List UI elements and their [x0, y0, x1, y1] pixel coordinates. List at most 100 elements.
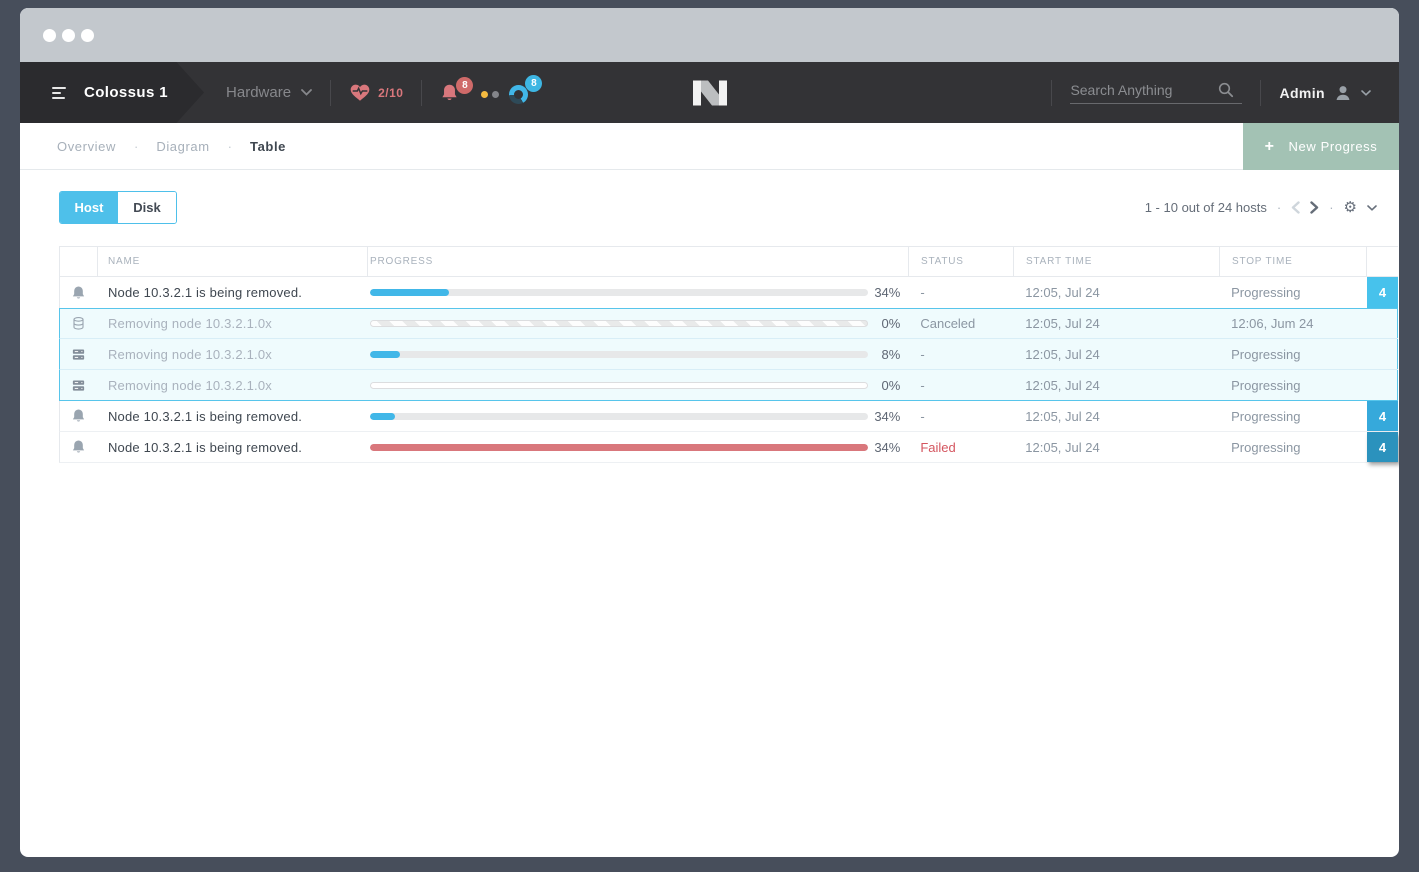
progress-cell: 0% — [368, 370, 909, 400]
table-settings-gear-icon[interactable]: ⚙ — [1344, 200, 1357, 215]
task-name: Node 10.3.2.1 is being removed. — [98, 277, 368, 308]
window-control-dot[interactable] — [62, 29, 75, 42]
window-control-dot[interactable] — [43, 29, 56, 42]
progress-table: NAME PROGRESS STATUS START TIME STOP TIM… — [59, 246, 1398, 463]
health-status[interactable]: 2/10 — [349, 83, 403, 103]
app-window: Colossus 1 Hardware 2/10 8 — [20, 8, 1399, 857]
name-column-header[interactable]: NAME — [97, 247, 367, 276]
hamburger-menu-icon[interactable] — [52, 87, 68, 99]
table-row[interactable]: Removing node 10.3.2.1.0x 8% - 12:05, Ju… — [59, 339, 1398, 370]
count-badge[interactable]: 4 — [1367, 432, 1398, 462]
progress-bar-fill — [370, 351, 400, 358]
start-time-value: 12:05, Jul 24 — [1013, 339, 1219, 369]
tab-separator: · — [228, 139, 232, 154]
stop-time-value: Progressing — [1219, 401, 1367, 431]
bell-icon — [60, 277, 98, 308]
start-time-value: 12:05, Jul 24 — [1013, 309, 1219, 338]
progress-bar — [370, 320, 868, 327]
start-time-value: 12:05, Jul 24 — [1013, 370, 1219, 400]
table-row[interactable]: Removing node 10.3.2.1.0x 0% Canceled 12… — [59, 308, 1398, 339]
stop-time-value: Progressing — [1219, 370, 1367, 400]
progress-bar-fill — [370, 289, 450, 296]
user-icon — [1334, 84, 1352, 102]
task-name: Removing node 10.3.2.1.0x — [98, 370, 368, 400]
start-time-value: 12:05, Jul 24 — [1013, 432, 1219, 462]
warning-dot-icon — [481, 91, 488, 98]
new-progress-label: New Progress — [1289, 139, 1378, 154]
table-row[interactable]: Node 10.3.2.1 is being removed. 34% Fail… — [59, 432, 1398, 463]
pagination: 1 - 10 out of 24 hosts · · ⚙ — [1145, 200, 1377, 215]
task-name: Node 10.3.2.1 is being removed. — [98, 432, 368, 462]
toggle-disk-button[interactable]: Disk — [118, 192, 176, 223]
table-row[interactable]: Node 10.3.2.1 is being removed. 34% - 12… — [59, 401, 1398, 432]
count-badge[interactable]: 4 — [1367, 277, 1398, 308]
tasks-menu[interactable]: 8 — [509, 81, 542, 104]
prev-page-icon[interactable] — [1291, 201, 1300, 214]
progress-cell: 0% — [368, 309, 909, 338]
status-column-header[interactable]: STATUS — [908, 247, 1013, 276]
progress-percent: 8% — [882, 347, 909, 362]
next-page-icon[interactable] — [1310, 201, 1319, 214]
plus-icon: + — [1265, 138, 1275, 156]
user-name: Admin — [1279, 85, 1325, 101]
alerts-menu[interactable]: 8 — [440, 83, 473, 103]
status-value: - — [908, 277, 1013, 308]
nav-hardware-dropdown[interactable]: Hardware — [226, 84, 312, 101]
pagination-separator: · — [1277, 200, 1281, 215]
header-divider — [1260, 80, 1261, 106]
tab-diagram[interactable]: Diagram — [156, 139, 209, 154]
heart-pulse-icon — [349, 83, 371, 103]
task-name: Removing node 10.3.2.1.0x — [98, 309, 368, 338]
server-icon — [60, 370, 98, 400]
window-control-dot[interactable] — [81, 29, 94, 42]
progress-bar — [370, 289, 868, 296]
n-logo-icon — [693, 80, 727, 105]
cluster-name[interactable]: Colossus 1 — [84, 84, 168, 101]
status-value: - — [908, 401, 1013, 431]
progress-percent: 34% — [874, 409, 908, 424]
new-progress-button[interactable]: + New Progress — [1243, 123, 1399, 170]
task-name: Removing node 10.3.2.1.0x — [98, 339, 368, 369]
bell-icon — [60, 432, 98, 462]
progress-cell: 34% — [368, 432, 909, 462]
stop-time-value: Progressing — [1219, 432, 1367, 462]
tab-overview[interactable]: Overview — [57, 139, 116, 154]
progress-cell: 8% — [368, 339, 909, 369]
tab-table[interactable]: Table — [250, 139, 286, 154]
badge-column-header — [1367, 247, 1398, 276]
toggle-host-button[interactable]: Host — [60, 192, 118, 223]
stop-time-value: 12:06, Jum 24 — [1219, 309, 1367, 338]
progress-column-header[interactable]: PROGRESS — [367, 247, 908, 276]
progress-bar-fill — [370, 413, 395, 420]
neutral-dot-icon — [492, 91, 499, 98]
tasks-count-badge: 8 — [525, 75, 542, 92]
search-icon[interactable] — [1218, 82, 1234, 98]
count-badge[interactable] — [1367, 370, 1398, 400]
status-value: Failed — [908, 432, 1013, 462]
user-menu[interactable]: Admin — [1279, 84, 1371, 102]
chevron-down-icon[interactable] — [1367, 205, 1377, 211]
header-divider — [421, 80, 422, 106]
table-controls: Host Disk 1 - 10 out of 24 hosts · · ⚙ — [59, 191, 1377, 224]
host-disk-toggle: Host Disk — [59, 191, 177, 224]
status-value: Canceled — [908, 309, 1013, 338]
table-row[interactable]: Removing node 10.3.2.1.0x 0% - 12:05, Ju… — [59, 370, 1398, 401]
app-logo[interactable] — [693, 80, 727, 105]
progress-percent: 0% — [882, 316, 909, 331]
stop-time-column-header[interactable]: STOP TIME — [1219, 247, 1367, 276]
donut-progress-icon — [509, 85, 528, 104]
table-row[interactable]: Node 10.3.2.1 is being removed. 34% - 12… — [59, 277, 1398, 308]
progress-cell: 34% — [368, 277, 909, 308]
start-time-column-header[interactable]: START TIME — [1013, 247, 1219, 276]
count-badge[interactable]: 4 — [1367, 401, 1398, 431]
progress-bar — [370, 444, 868, 451]
chevron-down-icon — [1361, 90, 1371, 96]
health-score: 2/10 — [378, 86, 403, 100]
progress-bar — [370, 351, 868, 358]
count-badge[interactable] — [1367, 339, 1398, 369]
status-value: - — [908, 370, 1013, 400]
search-input[interactable] — [1070, 82, 1218, 98]
count-badge[interactable] — [1367, 309, 1398, 338]
global-search — [1070, 82, 1242, 104]
status-value: - — [908, 339, 1013, 369]
